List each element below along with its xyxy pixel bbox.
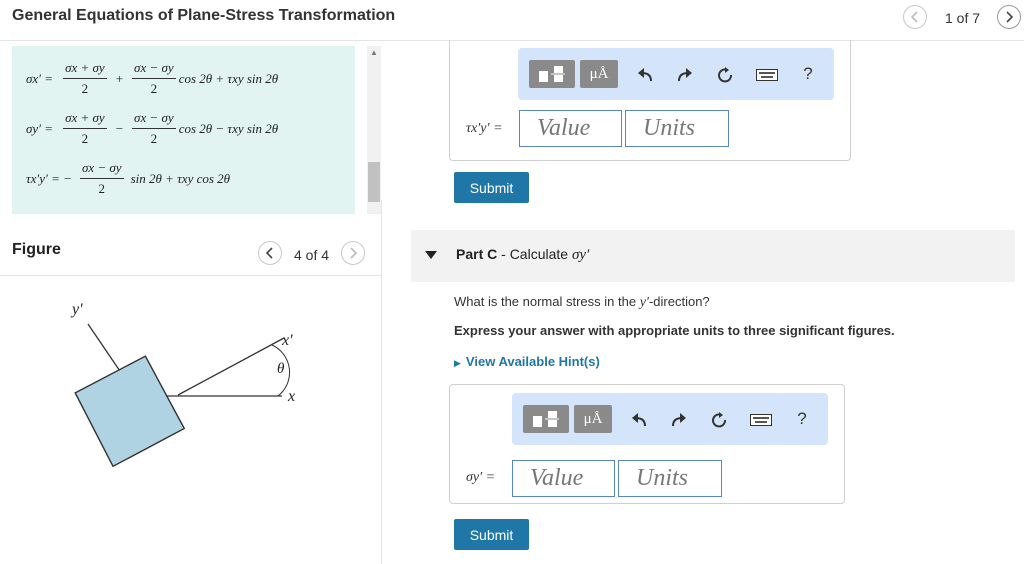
question-symbol: y′ bbox=[639, 295, 649, 310]
templates-icon bbox=[533, 411, 559, 427]
operator: + bbox=[115, 70, 124, 86]
equation-lhs: τx′y′ = − bbox=[26, 170, 72, 186]
title-symbol: σy′ bbox=[571, 247, 590, 263]
title-text: Calculate bbox=[509, 246, 572, 262]
chevron-right-icon bbox=[1006, 11, 1014, 23]
keyboard-icon[interactable] bbox=[756, 66, 778, 84]
redo-icon[interactable] bbox=[669, 410, 689, 430]
theta-label: θ bbox=[277, 361, 285, 377]
help-icon[interactable]: ? bbox=[792, 408, 812, 430]
part-c-prefix: Part C bbox=[456, 246, 498, 262]
hint-link-text[interactable]: View Available Hint(s) bbox=[466, 354, 600, 369]
templates-button[interactable] bbox=[523, 405, 569, 433]
x-axis-label: x bbox=[287, 388, 295, 405]
denominator: 2 bbox=[150, 81, 158, 96]
equation-sigma-x-prime: σx′ = σx + σy 2 + σx − σy 2 cos 2θ + τxy s… bbox=[26, 60, 278, 97]
figure-divider bbox=[0, 275, 381, 276]
part-c-submit-button[interactable]: Submit bbox=[454, 519, 529, 550]
fraction: σx + σy 2 bbox=[63, 110, 107, 147]
templates-icon bbox=[539, 66, 565, 82]
figure-previous-button[interactable] bbox=[258, 241, 282, 265]
sigma-units-input[interactable]: Units bbox=[618, 460, 722, 497]
denominator: 2 bbox=[81, 81, 89, 96]
reset-icon[interactable] bbox=[709, 410, 729, 430]
next-item-button[interactable] bbox=[997, 5, 1021, 29]
stress-element bbox=[74, 355, 186, 468]
equation-sigma-y-prime: σy′ = σx + σy 2 − σx − σy 2 cos 2θ − τxy s… bbox=[26, 110, 278, 147]
fraction: σx − σy 2 bbox=[132, 60, 176, 97]
previous-item-button[interactable] bbox=[903, 5, 927, 29]
y-prime-axis-label: y′ bbox=[70, 301, 83, 318]
equation-tau-xy-prime: τx′y′ = − σx − σy 2 sin 2θ + τxy cos 2θ bbox=[26, 160, 230, 197]
numerator: σx − σy bbox=[132, 60, 176, 79]
view-hints-link[interactable]: ▶ View Available Hint(s) bbox=[454, 354, 600, 369]
title-separator: - bbox=[497, 246, 510, 262]
templates-button[interactable] bbox=[529, 60, 575, 88]
question-text: What is the normal stress in the bbox=[454, 294, 640, 309]
chevron-left-icon bbox=[265, 247, 273, 259]
help-icon[interactable]: ? bbox=[798, 63, 818, 85]
chevron-right-icon bbox=[350, 247, 358, 259]
x-prime-axis-line bbox=[177, 337, 285, 396]
scroll-up-arrow-icon[interactable]: ▲ bbox=[370, 48, 378, 57]
part-c-title: Part C - Calculate σy′ bbox=[456, 246, 589, 264]
part-c-answer-box: μÅ ? σy′ = Value Units bbox=[449, 384, 845, 504]
part-c-instruction: Express your answer with appropriate uni… bbox=[454, 323, 895, 338]
reset-icon[interactable] bbox=[715, 65, 735, 85]
numerator: σx − σy bbox=[132, 110, 176, 129]
units-button[interactable]: μÅ bbox=[580, 60, 618, 88]
math-toolbar: μÅ ? bbox=[512, 393, 828, 445]
item-pager: 1 of 7 bbox=[945, 10, 981, 26]
equation-tail: sin 2θ + τxy cos 2θ bbox=[130, 170, 231, 186]
numerator: σx + σy bbox=[63, 110, 107, 129]
question-text-end: -direction? bbox=[648, 294, 710, 309]
hint-caret-icon: ▶ bbox=[454, 358, 461, 368]
figure-label: Figure bbox=[12, 241, 61, 258]
redo-icon[interactable] bbox=[675, 65, 695, 85]
stress-element-figure: y′ x′ θ x bbox=[70, 301, 295, 468]
fraction: σx + σy 2 bbox=[63, 60, 107, 97]
part-c-question: What is the normal stress in the y′-dire… bbox=[454, 294, 710, 311]
scrollbar-thumb[interactable] bbox=[368, 162, 380, 202]
part-b-submit-button[interactable]: Submit bbox=[454, 172, 529, 203]
numerator: σx + σy bbox=[63, 60, 107, 79]
math-toolbar: μÅ ? bbox=[518, 48, 834, 100]
fraction: σx − σy 2 bbox=[79, 160, 124, 197]
undo-icon[interactable] bbox=[629, 410, 649, 430]
sigma-field-label: σy′ = bbox=[466, 470, 496, 485]
figure-pager: 4 of 4 bbox=[294, 247, 330, 263]
column-divider bbox=[381, 200, 382, 564]
denominator: 2 bbox=[81, 131, 89, 146]
sigma-value-input[interactable]: Value bbox=[512, 460, 615, 497]
x-prime-axis-label: x′ bbox=[281, 332, 293, 349]
operator: − bbox=[115, 120, 124, 136]
tau-value-input[interactable]: Value bbox=[519, 110, 622, 147]
equation-tail: cos 2θ + τxy sin 2θ bbox=[178, 70, 279, 86]
part-b-answer-box: μÅ ? τx′y′ = Value Units bbox=[449, 40, 851, 161]
equation-lhs: σy′ = bbox=[26, 120, 54, 136]
tau-units-input[interactable]: Units bbox=[625, 110, 729, 147]
figure-next-button[interactable] bbox=[341, 241, 365, 265]
undo-icon[interactable] bbox=[635, 65, 655, 85]
page-title: General Equations of Plane-Stress Transf… bbox=[12, 7, 396, 24]
collapse-caret-icon[interactable] bbox=[425, 251, 437, 259]
units-button[interactable]: μÅ bbox=[574, 405, 612, 433]
denominator: 2 bbox=[150, 131, 158, 146]
equation-tail: cos 2θ − τxy sin 2θ bbox=[178, 120, 279, 136]
fraction: σx − σy 2 bbox=[132, 110, 176, 147]
numerator: σx − σy bbox=[79, 160, 124, 179]
keyboard-icon[interactable] bbox=[750, 411, 772, 429]
equations-panel: σx′ = σx + σy 2 + σx − σy 2 cos 2θ + τxy s… bbox=[12, 46, 355, 214]
tau-field-label: τx′y′ = bbox=[466, 121, 503, 136]
chevron-left-icon bbox=[910, 11, 918, 23]
equation-lhs: σx′ = bbox=[26, 70, 54, 86]
denominator: 2 bbox=[98, 181, 106, 196]
